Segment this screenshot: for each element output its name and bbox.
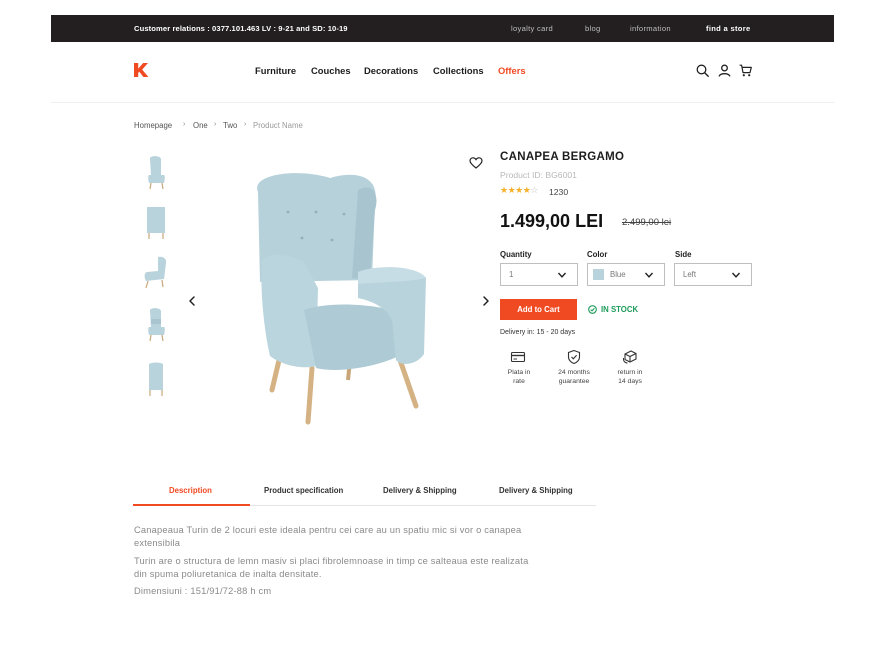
description-dimensions: Dimensiuni : 151/91/72-88 h cm <box>134 586 272 596</box>
color-swatch <box>593 269 604 280</box>
side-value: Left <box>683 270 697 279</box>
feature-installments: Plata in rate <box>507 369 531 385</box>
description-paragraph-2: Turin are o structura de lemn masiv si p… <box>134 556 529 579</box>
tab-delivery-shipping-2[interactable]: Delivery & Shipping <box>499 486 573 495</box>
shield-check-icon <box>567 349 581 365</box>
breadcrumb-separator: › <box>214 121 217 128</box>
next-image-arrow-icon[interactable] <box>480 295 492 307</box>
thumbnail-5[interactable] <box>140 360 172 400</box>
thumbnail-2[interactable] <box>140 203 172 243</box>
breadcrumb-current: Product Name <box>253 121 303 130</box>
user-icon[interactable] <box>718 64 731 77</box>
color-select[interactable]: Blue <box>587 263 665 286</box>
box-return-icon <box>622 350 637 364</box>
rating-stars: ★★★★☆ <box>500 185 538 196</box>
quantity-label: Quantity <box>500 250 532 259</box>
nav-furniture[interactable]: Furniture <box>255 65 296 76</box>
product-title: CANAPEA BERGAMO <box>500 151 625 163</box>
color-value: Blue <box>610 270 626 279</box>
credit-card-icon <box>510 351 526 363</box>
customer-relations-text: Customer relations : 0377.101.463 LV : 9… <box>134 24 348 33</box>
chevron-down-icon <box>644 272 654 278</box>
star-empty-icon: ☆ <box>530 185 538 195</box>
blog-link[interactable]: blog <box>585 15 601 42</box>
chevron-down-icon <box>557 272 567 278</box>
active-tab-indicator <box>133 504 250 506</box>
quantity-select[interactable]: 1 <box>500 263 578 286</box>
thumbnail-4[interactable] <box>140 305 172 345</box>
previous-image-arrow-icon[interactable] <box>186 295 198 307</box>
star-filled-icon: ★ <box>515 185 523 195</box>
cart-icon[interactable] <box>739 64 752 77</box>
feature-guarantee: 24 months guarantee <box>558 369 590 385</box>
tab-delivery-shipping[interactable]: Delivery & Shipping <box>383 486 457 495</box>
description-paragraph-1: Canapeaua Turin de 2 locuri este ideala … <box>134 525 522 548</box>
delivery-time: Delivery in: 15 - 20 days <box>500 329 576 336</box>
breadcrumb-one[interactable]: One <box>193 121 208 130</box>
tab-description[interactable]: Description <box>169 486 212 495</box>
thumbnail-3[interactable] <box>140 253 172 293</box>
check-circle-icon <box>588 305 597 314</box>
star-filled-icon: ★ <box>500 185 508 195</box>
nav-couches[interactable]: Couches <box>311 65 351 76</box>
current-price: 1.499,00 LEI <box>500 211 604 231</box>
side-select[interactable]: Left <box>674 263 752 286</box>
nav-collections[interactable]: Collections <box>433 65 484 76</box>
review-count[interactable]: 1230 <box>549 187 568 197</box>
old-price: 2.499,00 lei <box>622 217 672 228</box>
feature-return: return in 14 days <box>617 369 643 385</box>
logo-icon[interactable] <box>133 62 149 78</box>
stock-status: IN STOCK <box>601 305 639 314</box>
tab-product-specification[interactable]: Product specification <box>264 486 343 495</box>
loyalty-card-link[interactable]: loyalty card <box>511 15 553 42</box>
wishlist-heart-icon[interactable] <box>469 156 483 170</box>
add-to-cart-button[interactable]: Add to Cart <box>500 299 577 320</box>
side-label: Side <box>675 250 692 259</box>
find-store-link[interactable]: find a store <box>706 15 751 42</box>
breadcrumb-two[interactable]: Two <box>223 121 237 130</box>
quantity-value: 1 <box>509 270 514 279</box>
product-id: Product ID: BG6001 <box>500 170 577 180</box>
breadcrumb-separator: › <box>244 121 247 128</box>
product-image <box>257 173 426 425</box>
header-divider <box>51 102 834 103</box>
color-label: Color <box>587 250 608 259</box>
thumbnail-1[interactable] <box>140 153 172 193</box>
breadcrumb-home[interactable]: Homepage <box>134 121 172 130</box>
top-bar: Customer relations : 0377.101.463 LV : 9… <box>51 15 834 42</box>
nav-decorations[interactable]: Decorations <box>364 65 418 76</box>
nav-offers[interactable]: Offers <box>498 65 526 76</box>
search-icon[interactable] <box>696 64 709 77</box>
breadcrumb-separator: › <box>183 121 186 128</box>
chevron-down-icon <box>731 272 741 278</box>
information-link[interactable]: information <box>630 15 671 42</box>
